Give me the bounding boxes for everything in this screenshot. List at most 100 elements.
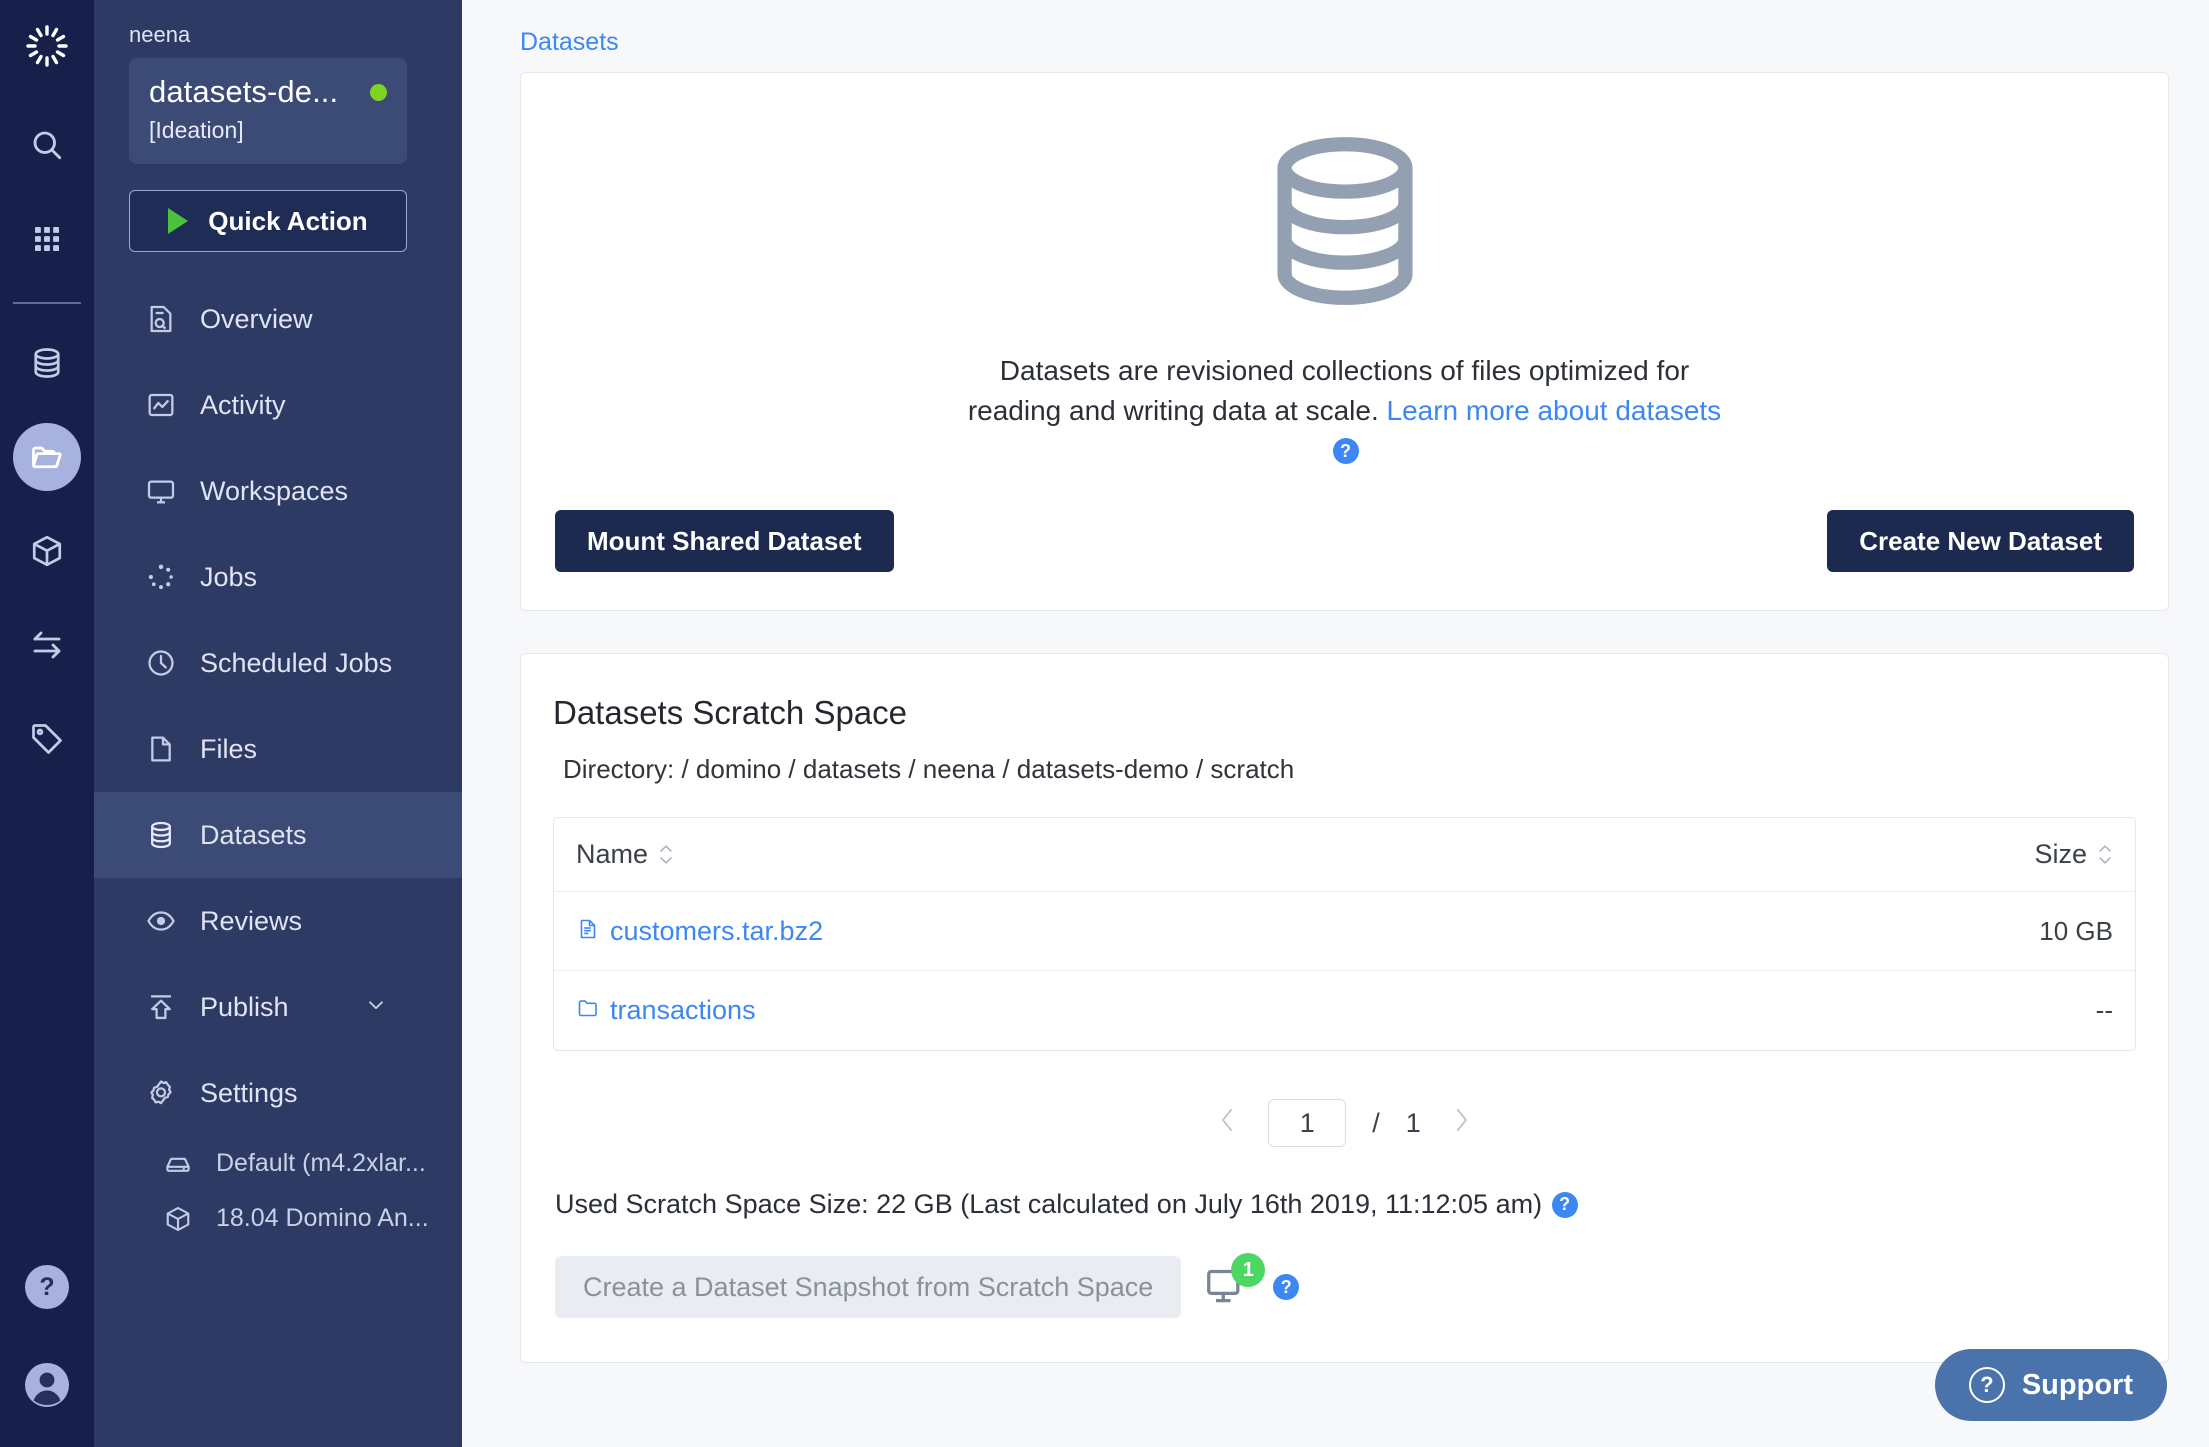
page-number-input[interactable] — [1268, 1099, 1347, 1148]
folder-icon — [576, 996, 600, 1025]
help-icon[interactable]: ? — [1332, 438, 1359, 465]
datasets-intro-card: Datasets are revisioned collections of f… — [520, 72, 2169, 612]
gear-icon — [144, 1076, 178, 1110]
file-name-cell: transactions — [576, 995, 1963, 1026]
sidebar-item-files[interactable]: Files — [94, 706, 462, 792]
file-size-cell: 10 GB — [1963, 916, 2113, 947]
monitor-icon — [144, 474, 178, 508]
sidebar-subitem-hardware-tier[interactable]: Default (m4.2xlar... — [94, 1136, 462, 1191]
project-sidebar: neena datasets-de... [Ideation] Quick Ac… — [94, 0, 462, 1447]
datasets-description: Datasets are revisioned collections of f… — [965, 351, 1725, 470]
sidebar-item-reviews[interactable]: Reviews — [94, 878, 462, 964]
sidebar-subitem-label: 18.04 Domino An... — [216, 1204, 429, 1232]
folder-open-icon[interactable] — [13, 423, 81, 491]
sidebar-item-label: Activity — [200, 389, 286, 420]
spinner-dots-icon — [144, 560, 178, 594]
folder-link[interactable]: transactions — [610, 995, 756, 1026]
datasets-intro-actions: Mount Shared Dataset Create New Dataset — [553, 510, 2136, 573]
main-content: Datasets Datasets are revisioned collect… — [462, 0, 2209, 1447]
domino-logo-icon[interactable] — [18, 18, 76, 76]
sidebar-item-datasets[interactable]: Datasets — [94, 792, 462, 878]
chevron-right-icon[interactable] — [1447, 1105, 1477, 1141]
table-row: customers.tar.bz2 10 GB — [554, 892, 2135, 972]
file-link[interactable]: customers.tar.bz2 — [610, 916, 823, 947]
scratch-space-title: Datasets Scratch Space — [553, 694, 908, 732]
rail-divider — [13, 302, 81, 304]
create-new-dataset-button[interactable]: Create New Dataset — [1827, 510, 2134, 573]
project-nav: Overview Activity Workspaces Jobs Schedu… — [94, 276, 462, 1246]
sidebar-item-settings[interactable]: Settings — [94, 1050, 462, 1136]
sidebar-item-overview[interactable]: Overview — [94, 276, 462, 362]
support-button[interactable]: ? Support — [1934, 1349, 2167, 1421]
pagination-separator: / — [1372, 1107, 1380, 1138]
cube-icon[interactable] — [13, 517, 81, 585]
folder-size-cell: -- — [1963, 995, 2113, 1026]
help-icon[interactable]: ? — [1551, 1191, 1578, 1218]
scratch-files-table: Name Size customers.tar.bz2 10 GB transa… — [553, 817, 2136, 1052]
sidebar-item-label: Datasets — [200, 819, 307, 850]
help-icon[interactable]: ? — [25, 1265, 69, 1309]
sort-toggle-icon[interactable] — [2097, 844, 2113, 865]
sidebar-item-scheduled-jobs[interactable]: Scheduled Jobs — [94, 620, 462, 706]
sidebar-item-label: Publish — [200, 991, 289, 1022]
sidebar-subitem-environment[interactable]: 18.04 Domino An... — [94, 1191, 462, 1246]
database-icon — [144, 818, 178, 852]
clock-icon — [144, 646, 178, 680]
transfer-arrows-icon[interactable] — [13, 611, 81, 679]
learn-more-link[interactable]: Learn more about datasets — [1387, 395, 1722, 426]
pagination-total: 1 — [1405, 1107, 1421, 1138]
sidebar-item-activity[interactable]: Activity — [94, 362, 462, 448]
column-header-label: Name — [576, 839, 649, 870]
scratch-space-directory: Directory: / domino / datasets / neena /… — [563, 754, 1295, 785]
activity-chart-icon — [144, 388, 178, 422]
table-header-row: Name Size — [554, 818, 2135, 893]
used-scratch-space-text: Used Scratch Space Size: 22 GB (Last cal… — [555, 1189, 1543, 1220]
sidebar-item-label: Scheduled Jobs — [200, 647, 393, 678]
chevron-down-icon[interactable] — [365, 994, 387, 1021]
sidebar-item-label: Settings — [200, 1077, 298, 1108]
play-icon — [168, 208, 189, 234]
breadcrumb[interactable]: Datasets — [520, 28, 2169, 57]
hardware-tier-icon — [162, 1148, 194, 1180]
chevron-left-icon[interactable] — [1212, 1105, 1242, 1141]
file-icon — [144, 732, 178, 766]
file-size-value: 10 GB — [2039, 915, 2113, 946]
sidebar-item-label: Files — [200, 733, 258, 764]
sidebar-item-workspaces[interactable]: Workspaces — [94, 448, 462, 534]
sidebar-item-label: Workspaces — [200, 475, 349, 506]
column-header-size[interactable]: Size — [1963, 839, 2113, 870]
user-avatar-icon[interactable] — [21, 1359, 73, 1411]
sidebar-item-publish[interactable]: Publish — [94, 964, 462, 1050]
tag-icon[interactable] — [13, 705, 81, 773]
database-large-icon — [553, 123, 2136, 319]
create-snapshot-button[interactable]: Create a Dataset Snapshot from Scratch S… — [555, 1256, 1182, 1319]
project-stage: [Ideation] — [149, 117, 244, 143]
folder-size-value: -- — [2095, 995, 2113, 1026]
sidebar-subitem-label: Default (m4.2xlar... — [216, 1149, 426, 1177]
file-name-cell: customers.tar.bz2 — [576, 916, 1963, 947]
overview-icon — [144, 302, 178, 336]
quick-action-button[interactable]: Quick Action — [129, 190, 407, 252]
help-icon[interactable]: ? — [1273, 1274, 1300, 1301]
mount-shared-dataset-button[interactable]: Mount Shared Dataset — [555, 510, 894, 573]
sidebar-item-label: Reviews — [200, 905, 303, 936]
database-icon[interactable] — [13, 329, 81, 397]
eye-icon — [144, 904, 178, 938]
pagination: / 1 — [553, 1099, 2136, 1148]
project-status-dot — [370, 83, 387, 101]
sidebar-item-label: Overview — [200, 303, 313, 334]
grid-apps-icon[interactable] — [13, 205, 81, 273]
scratch-space-card: Datasets Scratch Space Directory: / domi… — [520, 653, 2169, 1364]
sort-toggle-icon[interactable] — [658, 844, 674, 865]
column-header-name[interactable]: Name — [576, 839, 1963, 870]
project-name: datasets-de... — [149, 74, 339, 109]
search-icon[interactable] — [13, 111, 81, 179]
sidebar-item-jobs[interactable]: Jobs — [94, 534, 462, 620]
file-icon — [576, 917, 600, 946]
column-header-label: Size — [2034, 839, 2087, 870]
used-scratch-space: Used Scratch Space Size: 22 GB (Last cal… — [553, 1189, 2136, 1220]
cube-icon — [162, 1203, 194, 1235]
sidebar-item-label: Jobs — [200, 561, 258, 592]
app-root: ? neena datasets-de... [Ideation] Quick … — [0, 0, 2209, 1447]
project-card[interactable]: datasets-de... [Ideation] — [129, 58, 407, 164]
